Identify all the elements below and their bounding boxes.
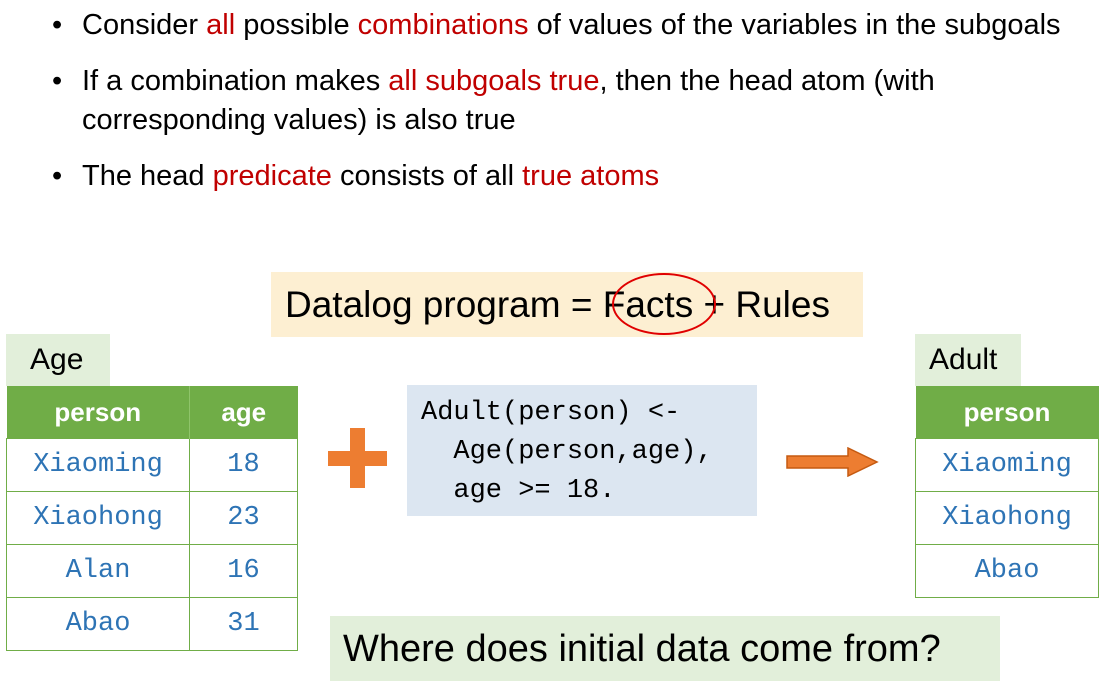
highlight-text: all subgoals true bbox=[388, 65, 600, 97]
table-cell: 18 bbox=[189, 438, 298, 492]
table-cell: 23 bbox=[189, 491, 298, 545]
adult-table-title: Adult bbox=[915, 334, 1021, 386]
adult-table: person Xiaoming Xiaohong Abao bbox=[915, 386, 1099, 598]
table-row: Xiaohong 23 bbox=[6, 491, 298, 545]
rule-box: Adult(person) <- Age(person,age), age >=… bbox=[407, 385, 757, 516]
table-row: Alan 16 bbox=[6, 544, 298, 598]
age-table-title: Age bbox=[6, 334, 110, 386]
table-cell: Alan bbox=[6, 544, 190, 598]
datalog-banner: Datalog program = Facts + Rules bbox=[271, 272, 863, 337]
highlight-circle bbox=[612, 273, 716, 335]
table-row: Abao 31 bbox=[6, 597, 298, 651]
table-row: Xiaoming 18 bbox=[6, 438, 298, 492]
bullet-text: consists of all bbox=[331, 160, 523, 192]
bullet-item: • The head predicate consists of all true… bbox=[52, 160, 660, 192]
bullet-text: of values of the variables in the subgoa… bbox=[528, 9, 1061, 41]
table-cell: Abao bbox=[6, 597, 190, 651]
highlight-text: predicate bbox=[212, 160, 332, 192]
bullet-text: possible bbox=[235, 9, 358, 41]
banner-text: Datalog program = Facts + Rules bbox=[285, 284, 830, 325]
highlight-text: true atoms bbox=[522, 160, 660, 192]
table-cell: Abao bbox=[915, 544, 1099, 598]
column-header: person bbox=[6, 386, 190, 439]
table-cell: 31 bbox=[189, 597, 298, 651]
table-cell: Xiaoming bbox=[915, 438, 1099, 492]
rule-code: Adult(person) <- Age(person,age), age >=… bbox=[421, 398, 713, 506]
table-cell: Xiaohong bbox=[915, 491, 1099, 545]
highlight-text: combinations bbox=[357, 9, 529, 41]
table-cell: 16 bbox=[189, 544, 298, 598]
column-header: person bbox=[915, 386, 1099, 439]
highlight-text: all bbox=[206, 9, 236, 41]
bullet-list: • Consider all possible combinations of v… bbox=[48, 6, 1088, 213]
question-text: Where does initial data come from? bbox=[343, 628, 941, 670]
arrow-right-icon bbox=[786, 447, 879, 477]
column-header: age bbox=[189, 386, 298, 439]
table-cell: Xiaohong bbox=[6, 491, 190, 545]
bullet-text: If a combination makes bbox=[82, 65, 389, 97]
bullet-item: • If a combination makes all subgoals tru… bbox=[52, 65, 935, 136]
bullet-item: • Consider all possible combinations of v… bbox=[52, 9, 1061, 41]
bullet-text: Consider bbox=[82, 9, 207, 41]
table-cell: Xiaoming bbox=[6, 438, 190, 492]
table-row: Abao bbox=[915, 544, 1099, 598]
table-row: Xiaoming bbox=[915, 438, 1099, 492]
table-row: Xiaohong bbox=[915, 491, 1099, 545]
question-box: Where does initial data come from? bbox=[330, 616, 1000, 681]
age-table: person age Xiaoming 18 Xiaohong 23 Alan 16 … bbox=[6, 386, 298, 651]
bullet-text: The head bbox=[82, 160, 213, 192]
